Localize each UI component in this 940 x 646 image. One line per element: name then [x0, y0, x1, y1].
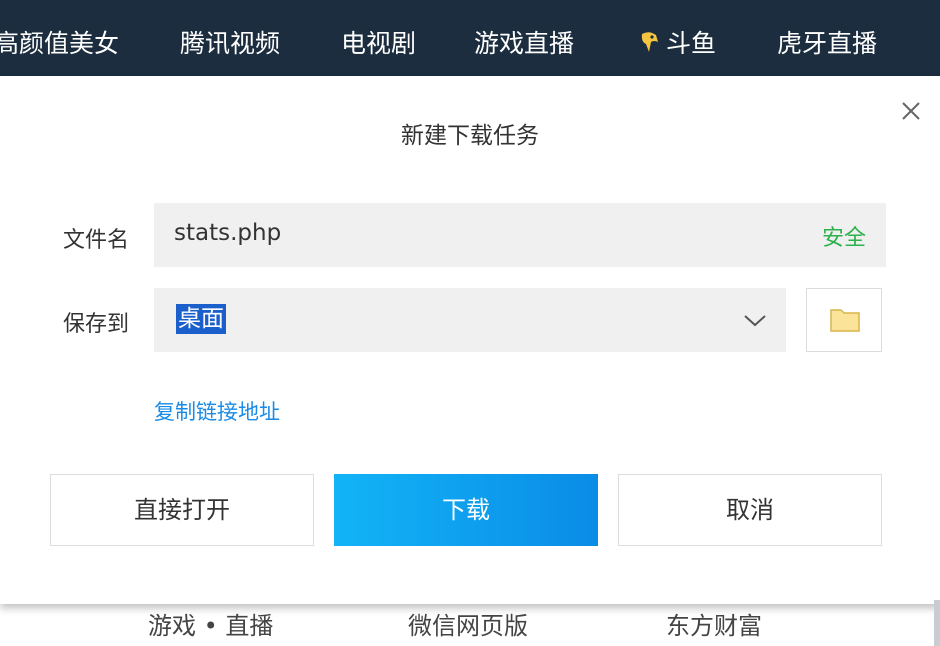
safe-status-tag: 安全: [821, 226, 866, 251]
copy-link-address[interactable]: 复制链接地址: [154, 396, 280, 426]
open-directly-button[interactable]: 直接打开: [50, 474, 314, 546]
filename-label: 文件名: [63, 228, 130, 253]
filename-value[interactable]: stats.php: [174, 220, 281, 246]
bottom-link-wechat-web[interactable]: 微信网页版: [408, 606, 528, 641]
bottom-link-eastmoney[interactable]: 东方财富: [666, 606, 762, 641]
folder-icon: [830, 309, 860, 332]
nav-link-douyu-label: 斗鱼: [666, 29, 717, 58]
chevron-down-icon[interactable]: [742, 310, 768, 330]
nav-link-beauty[interactable]: 高颜值美女: [0, 24, 119, 60]
filename-field[interactable]: stats.php 安全: [154, 203, 886, 267]
save-location-value[interactable]: 桌面: [176, 304, 226, 334]
new-download-task-dialog: 新建下载任务 文件名 stats.php 安全 保存到 桌面 复制链接地址 直接…: [0, 76, 940, 604]
save-to-label: 保存到: [63, 312, 130, 337]
nav-link-tv-series[interactable]: 电视剧: [341, 24, 416, 60]
bottom-link-game-live[interactable]: 游戏 • 直播: [148, 606, 273, 641]
douyu-fish-icon: [641, 32, 658, 52]
cancel-button[interactable]: 取消: [618, 474, 882, 546]
browse-folder-button[interactable]: [806, 288, 882, 352]
save-location-select[interactable]: 桌面: [154, 288, 786, 352]
scrollbar[interactable]: [934, 600, 940, 646]
dialog-title: 新建下载任务: [401, 123, 539, 149]
nav-link-douyu[interactable]: 斗鱼: [638, 24, 716, 60]
nav-link-game-live[interactable]: 游戏直播: [474, 24, 574, 60]
nav-link-huya-live[interactable]: 虎牙直播: [777, 24, 877, 60]
download-button[interactable]: 下载: [334, 474, 598, 546]
top-navigation-bar: 高颜值美女 腾讯视频 电视剧 游戏直播 斗鱼 虎牙直播: [0, 0, 940, 86]
nav-link-tencent-video[interactable]: 腾讯视频: [180, 24, 280, 60]
